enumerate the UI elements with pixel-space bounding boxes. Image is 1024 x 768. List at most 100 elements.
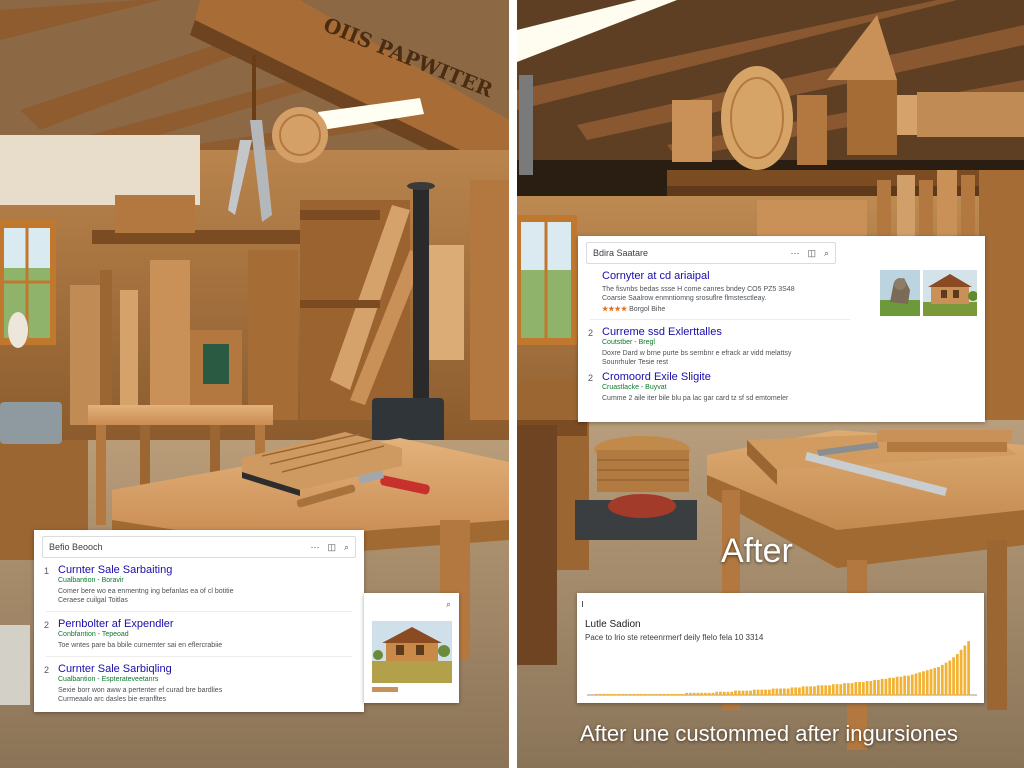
chart-bar bbox=[786, 688, 790, 695]
result-snippet: Doxre Dard w brne purte bs sernbnr e efr… bbox=[602, 349, 836, 367]
camera-icon[interactable]: ◫ bbox=[807, 248, 816, 259]
chart-bar bbox=[794, 687, 798, 695]
result-title[interactable]: Curnter Sale Sarbaiting bbox=[58, 564, 352, 576]
snippet-line: Curmeaalo arc dasles bie eranfltes bbox=[58, 696, 167, 703]
chart-bar bbox=[914, 673, 918, 695]
result-url[interactable]: Cualbantion - Boravir bbox=[58, 577, 352, 584]
thumbnail-image[interactable] bbox=[923, 270, 977, 316]
search-icon[interactable]: ⌕ bbox=[824, 248, 829, 259]
result-url[interactable]: Conbfantion - Tepeoad bbox=[58, 631, 352, 638]
result-title[interactable]: Curreme ssd Exlerttalles bbox=[602, 326, 836, 338]
search-query[interactable]: Bdira Saatare bbox=[593, 248, 782, 258]
chart-bar bbox=[929, 669, 933, 695]
chart-bar bbox=[813, 686, 816, 695]
search-results-panel-after: Bdira Saatare ⋯ ◫ ⌕ Cornyter at cd ariai… bbox=[578, 236, 985, 422]
chart-bar bbox=[677, 693, 681, 695]
result-number: 2 bbox=[44, 620, 50, 630]
result-url[interactable]: Cualbantion - Espterateveetanrs bbox=[58, 676, 352, 683]
more-icon[interactable]: ⋯ bbox=[790, 248, 799, 259]
chart-bar bbox=[704, 692, 707, 695]
chart-bar bbox=[715, 691, 719, 695]
chart-bar bbox=[745, 690, 749, 695]
chart-bar bbox=[617, 693, 621, 695]
chart-bar bbox=[628, 693, 632, 695]
chart-bar bbox=[779, 688, 782, 695]
chart-bar bbox=[967, 641, 970, 695]
chart-bar bbox=[835, 684, 839, 695]
after-label: After bbox=[721, 532, 793, 570]
chart-bar bbox=[839, 684, 843, 695]
chart-bar bbox=[726, 691, 730, 695]
search-result[interactable]: 2 Cromoord Exile Sligite Cruastlacke - B… bbox=[578, 371, 908, 403]
chart-bar bbox=[655, 693, 658, 695]
chart-bar bbox=[707, 692, 711, 695]
result-number: 1 bbox=[44, 566, 50, 576]
chart-panel: Lutle Sadion Pace to lrio ste reteenrmer… bbox=[577, 593, 984, 703]
chart-bar bbox=[734, 690, 737, 695]
result-title[interactable]: Curnter Sale Sarbiqling bbox=[58, 663, 352, 675]
chart-bar bbox=[820, 685, 824, 695]
search-bar[interactable]: Bdira Saatare ⋯ ◫ ⌕ bbox=[586, 242, 836, 264]
chart-bar bbox=[854, 682, 858, 695]
chart-bar bbox=[940, 664, 944, 695]
chart-bar bbox=[790, 687, 794, 695]
chart-bar bbox=[636, 693, 640, 695]
chart-bar bbox=[700, 692, 704, 695]
snippet-line: Coarsie Saalrow enmntiomng srosuflre flm… bbox=[602, 295, 767, 302]
chart-bar bbox=[775, 688, 779, 695]
chart-bar bbox=[689, 692, 692, 695]
thumbnail-image[interactable] bbox=[880, 270, 920, 316]
chart-bar bbox=[948, 660, 952, 695]
snippet-line: Doxre Dard w brne purte bs sernbnr e efr… bbox=[602, 350, 792, 357]
chart-bar bbox=[801, 686, 805, 695]
result-title[interactable]: Cromoord Exile Sligite bbox=[602, 371, 896, 383]
chart-bar bbox=[907, 675, 910, 695]
snippet-line: Sounrhuler Tesie rest bbox=[602, 359, 669, 366]
chart-bar bbox=[666, 693, 670, 695]
chart-bar bbox=[884, 678, 888, 695]
result-title[interactable]: Cornyter at cd ariaipal bbox=[602, 270, 836, 282]
chart-bar bbox=[681, 693, 685, 695]
search-result[interactable]: 2 Curnter Sale Sarbiqling Cualbantion - … bbox=[34, 663, 364, 704]
camera-icon[interactable]: ◫ bbox=[327, 542, 336, 553]
split-divider bbox=[509, 0, 517, 768]
chart-bar bbox=[824, 685, 828, 695]
chart-bar bbox=[613, 693, 617, 695]
more-icon[interactable]: ⋯ bbox=[310, 542, 319, 553]
search-query[interactable]: Befio Beooch bbox=[49, 542, 302, 552]
chart-bar bbox=[816, 685, 820, 695]
snippet-line: Ceraese cuilgal Toitlas bbox=[58, 597, 128, 604]
result-number: 2 bbox=[588, 373, 594, 383]
search-icon[interactable]: ⌕ bbox=[344, 542, 349, 553]
result-url[interactable]: Cruastlacke - Buyvat bbox=[602, 384, 896, 391]
before-panel: OIIS PAPWITER Befio Beooch ⋯ ◫ ⌕ 1 Curnt… bbox=[0, 0, 509, 768]
chart-bar bbox=[895, 676, 899, 695]
chart-bar bbox=[880, 678, 884, 695]
chart-bar bbox=[843, 683, 846, 695]
search-result[interactable]: 2 Pernbolter af Expendler Conbfantion - … bbox=[34, 618, 364, 650]
search-results-panel-before: Befio Beooch ⋯ ◫ ⌕ 1 Curnter Sale Sarbai… bbox=[34, 530, 364, 712]
after-panel: Bdira Saatare ⋯ ◫ ⌕ Cornyter at cd ariai… bbox=[517, 0, 1024, 768]
chart-bar bbox=[783, 688, 786, 695]
search-result[interactable]: Cornyter at cd ariaipal The fisvnbs beda… bbox=[578, 270, 848, 313]
chart-bar bbox=[828, 685, 831, 695]
search-icon[interactable]: ⌕ bbox=[446, 599, 451, 610]
search-result[interactable]: 1 Curnter Sale Sarbaiting Cualbantion - … bbox=[34, 564, 364, 605]
search-bar[interactable]: Befio Beooch ⋯ ◫ ⌕ bbox=[42, 536, 356, 558]
result-divider bbox=[46, 656, 352, 657]
chart-bar bbox=[944, 662, 948, 695]
result-snippet: Toe wntes pare ba bbile curnemter sai en… bbox=[58, 641, 352, 650]
chart-bar bbox=[692, 692, 696, 695]
chart-bar bbox=[865, 681, 869, 695]
search-result[interactable]: 2 Curreme ssd Exlerttalles Coutstber - B… bbox=[578, 326, 848, 367]
chart-bar bbox=[903, 675, 907, 695]
result-number: 2 bbox=[588, 328, 594, 338]
thumbnail-image[interactable] bbox=[372, 621, 452, 683]
result-number: 2 bbox=[44, 665, 50, 675]
result-title[interactable]: Pernbolter af Expendler bbox=[58, 618, 352, 630]
bottom-caption: After une custommed after ingursiones bbox=[580, 721, 958, 746]
chart-bar bbox=[899, 676, 903, 695]
chart-bar bbox=[760, 689, 764, 695]
result-url[interactable]: Coutstber - Bregl bbox=[602, 339, 836, 346]
chart-bar bbox=[910, 674, 914, 695]
